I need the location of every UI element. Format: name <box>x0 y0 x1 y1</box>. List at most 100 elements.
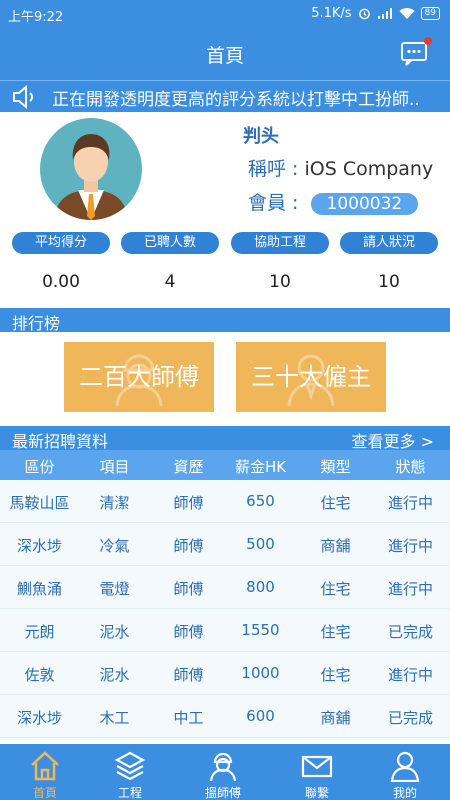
worker-icon <box>209 752 237 782</box>
ranking-top-masters-label: 二百大師傅 <box>79 363 199 391</box>
signal-icon <box>377 8 392 19</box>
cell-item: 泥水 <box>99 666 130 684</box>
table-row[interactable]: 馬鞍山區 清潔 師傅 650 住宅 進行中 <box>0 480 450 523</box>
tab-contact-label: 聯繫 <box>304 786 329 800</box>
title-label: 稱呼 : <box>248 158 299 180</box>
status-time: 上午9:22 <box>8 10 64 25</box>
tab-profile[interactable]: 我的 <box>360 744 450 800</box>
status-bar: 上午9:22 5.1K/s 89 <box>0 0 450 28</box>
profile-panel: 判头 稱呼 : iOS Company 會員 : 1000032 平均得分 已聘… <box>0 112 450 302</box>
user-icon <box>390 751 420 782</box>
cell-experience: 師傅 <box>173 494 204 512</box>
wifi-icon <box>399 8 415 19</box>
col-status: 狀態 <box>395 458 426 476</box>
cell-experience: 師傅 <box>173 666 204 684</box>
stat-button-hiring-status[interactable]: 請人狀況 <box>340 232 438 254</box>
status-icons: 5.1K/s 89 <box>311 6 440 21</box>
ranking-top-masters-button[interactable]: 二百大師傅 <box>64 342 214 412</box>
cell-item: 泥水 <box>99 623 130 641</box>
notification-dot <box>424 37 432 45</box>
mail-icon <box>301 755 333 778</box>
cell-type: 住宅 <box>320 666 351 684</box>
col-type: 類型 <box>320 458 351 476</box>
tab-contact[interactable]: 聯繫 <box>272 744 362 800</box>
tab-home-label: 首頁 <box>32 786 57 800</box>
cell-item: 冷氣 <box>99 537 130 555</box>
tab-home[interactable]: 首頁 <box>0 744 90 800</box>
tab-projects-label: 工程 <box>117 786 142 800</box>
table-row[interactable]: 鰂魚涌 電燈 師傅 800 住宅 進行中 <box>0 566 450 609</box>
profile-member-row: 會員 : 1000032 <box>248 188 419 215</box>
battery-icon: 89 <box>420 7 440 20</box>
home-icon <box>31 751 59 781</box>
cell-item: 清潔 <box>99 494 130 512</box>
cell-salary: 1550 <box>241 621 280 639</box>
stat-button-average-score[interactable]: 平均得分 <box>12 232 110 254</box>
cell-item: 電燈 <box>99 580 130 598</box>
speaker-icon <box>13 85 33 109</box>
cell-salary: 1000 <box>241 664 280 682</box>
cell-district: 深水埗 <box>16 537 62 555</box>
jobs-title: 最新招聘資料 <box>12 432 109 451</box>
col-experience: 資歷 <box>173 458 204 476</box>
cell-salary: 650 <box>246 492 275 510</box>
col-district: 區份 <box>24 458 55 476</box>
message-button[interactable] <box>400 37 432 67</box>
ranking-title: 排行榜 <box>12 314 61 333</box>
app-bar: 首頁 <box>0 28 450 80</box>
ranking-top-employers-label: 三十大僱主 <box>251 363 371 391</box>
person-avatar-icon <box>54 134 128 220</box>
cell-status: 已完成 <box>387 709 433 727</box>
jobs-table-header: 區份 項目 資歷 薪金HK 類型 狀態 <box>0 450 450 480</box>
cell-type: 商舖 <box>320 709 351 727</box>
stat-value-average-score: 0.00 <box>42 272 80 292</box>
table-row[interactable]: 深水埗 冷氣 師傅 500 商舖 進行中 <box>0 523 450 566</box>
stat-button-hired[interactable]: 已聘人數 <box>121 232 219 254</box>
stat-button-projects[interactable]: 協助工程 <box>231 232 329 254</box>
bottom-tab-bar: 首頁 工程 搵師傅 聯繫 我的 <box>0 744 450 800</box>
member-label: 會員 : <box>248 192 299 214</box>
cell-type: 住宅 <box>320 623 351 641</box>
table-row[interactable]: 深水埗 木工 中工 600 商舖 已完成 <box>0 695 450 738</box>
cell-status: 進行中 <box>387 494 433 512</box>
col-salary: 薪金HK <box>234 458 287 476</box>
page-title: 首頁 <box>205 45 244 67</box>
cell-district: 佐敦 <box>24 666 55 684</box>
cell-district: 馬鞍山區 <box>9 494 70 512</box>
cell-status: 進行中 <box>387 666 433 684</box>
title-value: iOS Company <box>304 158 434 180</box>
tab-projects[interactable]: 工程 <box>85 744 175 800</box>
cell-salary: 500 <box>246 535 275 553</box>
cell-experience: 師傅 <box>173 537 204 555</box>
cell-status: 進行中 <box>387 580 433 598</box>
cell-salary: 800 <box>246 578 275 596</box>
cell-salary: 600 <box>246 707 275 725</box>
col-item: 項目 <box>99 458 130 476</box>
stat-value-projects: 10 <box>269 272 291 292</box>
ranking-top-employers-button[interactable]: 三十大僱主 <box>236 342 386 412</box>
stat-value-hired: 4 <box>164 272 176 292</box>
member-id-badge: 1000032 <box>310 193 419 215</box>
chat-bubble-icon <box>401 42 427 66</box>
stat-value-hiring-status: 10 <box>378 272 400 292</box>
cell-status: 進行中 <box>387 537 433 555</box>
cell-type: 商舖 <box>320 537 351 555</box>
cell-type: 住宅 <box>320 580 351 598</box>
ranking-header: 排行榜 <box>0 308 450 333</box>
tab-find-master[interactable]: 搵師傅 <box>178 744 268 800</box>
cell-district: 元朗 <box>24 623 55 641</box>
announcement-marquee[interactable]: 正在開發透明度更高的評分系統以打擊中工扮師.. <box>0 80 450 112</box>
stats-buttons: 平均得分 已聘人數 協助工程 請人狀況 <box>0 232 450 256</box>
announcement-text: 正在開發透明度更高的評分系統以打擊中工扮師.. <box>52 90 420 110</box>
cell-experience: 中工 <box>173 709 204 727</box>
profile-name: 判头 <box>243 126 279 147</box>
table-row[interactable]: 佐敦 泥水 師傅 1000 住宅 進行中 <box>0 652 450 695</box>
avatar[interactable] <box>40 118 142 220</box>
cell-experience: 師傅 <box>173 580 204 598</box>
cell-experience: 師傅 <box>173 623 204 641</box>
tab-profile-label: 我的 <box>392 786 417 800</box>
cell-status: 已完成 <box>387 623 433 641</box>
table-row[interactable]: 元朗 泥水 師傅 1550 住宅 已完成 <box>0 609 450 652</box>
alarm-icon <box>358 8 370 20</box>
see-more-link[interactable]: 查看更多 > <box>352 428 435 452</box>
